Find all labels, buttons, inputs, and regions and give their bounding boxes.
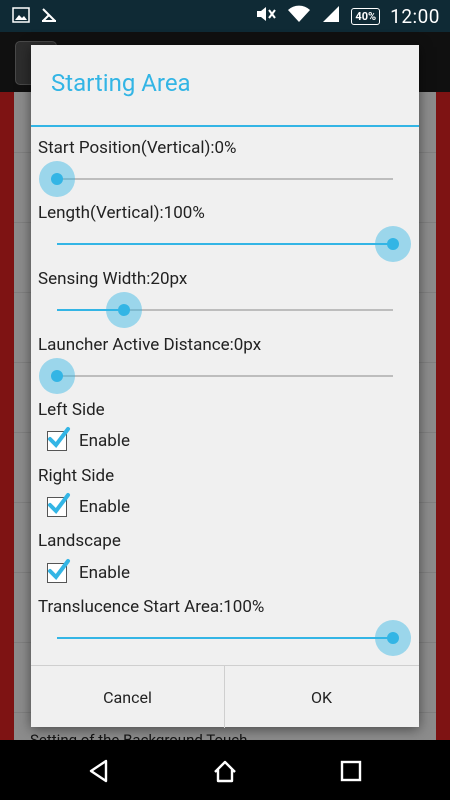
translucence-label: Translucence Start Area:100% bbox=[38, 597, 265, 617]
sensing-width-slider[interactable] bbox=[57, 292, 393, 328]
wifi-icon bbox=[287, 4, 311, 28]
slider-thumb[interactable] bbox=[375, 620, 411, 656]
translucence-slider[interactable] bbox=[57, 620, 411, 656]
dialog-title: Starting Area bbox=[51, 69, 191, 97]
check-icon bbox=[48, 493, 70, 515]
dialog-button-bar: Cancel OK bbox=[31, 665, 419, 728]
signal-icon bbox=[321, 4, 341, 28]
slider-thumb[interactable] bbox=[106, 292, 143, 328]
launcher-distance-slider[interactable] bbox=[39, 358, 393, 394]
landscape-enable-row[interactable]: Enable bbox=[47, 559, 130, 583]
right-side-enable-label: Enable bbox=[79, 497, 130, 517]
navigation-bar bbox=[0, 740, 450, 800]
right-side-label: Right Side bbox=[38, 466, 115, 486]
length-label: Length(Vertical):100% bbox=[38, 203, 205, 223]
slider-thumb[interactable] bbox=[39, 358, 75, 394]
image-icon bbox=[12, 6, 30, 24]
landscape-label: Landscape bbox=[38, 531, 121, 551]
cancel-button[interactable]: Cancel bbox=[31, 666, 224, 728]
check-icon bbox=[48, 559, 70, 581]
start-position-slider[interactable] bbox=[39, 161, 393, 197]
title-divider bbox=[31, 125, 419, 127]
landscape-enable-label: Enable bbox=[79, 563, 130, 583]
sensing-width-label: Sensing Width:20px bbox=[38, 269, 188, 289]
left-side-enable-row[interactable]: Enable bbox=[47, 427, 130, 451]
slider-fill bbox=[57, 637, 393, 639]
slider-thumb[interactable] bbox=[39, 161, 75, 197]
status-bar: 40% 12:00 bbox=[0, 0, 450, 32]
left-side-label: Left Side bbox=[38, 400, 105, 420]
launcher-distance-label: Launcher Active Distance:0px bbox=[38, 335, 262, 355]
check-icon bbox=[48, 427, 70, 449]
recents-icon[interactable] bbox=[338, 758, 364, 788]
right-side-checkbox[interactable] bbox=[47, 493, 70, 517]
landscape-checkbox[interactable] bbox=[47, 559, 70, 583]
back-icon[interactable] bbox=[86, 758, 112, 788]
starting-area-dialog: Starting Area Start Position(Vertical):0… bbox=[31, 45, 419, 728]
left-side-checkbox[interactable] bbox=[47, 427, 70, 451]
battery-icon: 40% bbox=[351, 7, 381, 25]
left-side-enable-label: Enable bbox=[79, 431, 130, 451]
start-position-label: Start Position(Vertical):0% bbox=[38, 138, 237, 158]
clock: 12:00 bbox=[390, 4, 440, 28]
mute-icon bbox=[255, 4, 277, 28]
right-side-enable-row[interactable]: Enable bbox=[47, 493, 130, 517]
download-icon bbox=[40, 6, 58, 24]
home-icon[interactable] bbox=[212, 758, 238, 788]
length-slider[interactable] bbox=[57, 226, 411, 262]
slider-thumb[interactable] bbox=[375, 226, 411, 262]
ok-button[interactable]: OK bbox=[225, 666, 418, 728]
slider-fill bbox=[57, 243, 393, 245]
